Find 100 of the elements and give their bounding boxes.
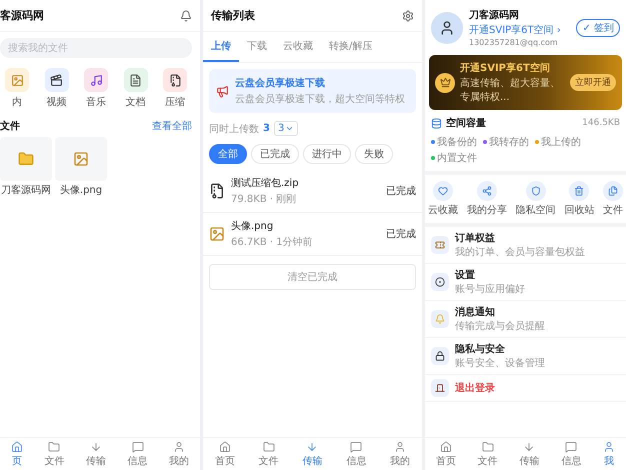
filter-chip[interactable]: 失败 [355,144,393,164]
legend-label: 我转存的 [489,136,529,149]
concurrency-value: 3 [263,123,270,134]
home-icon [440,441,452,453]
tab-bar-item[interactable]: 文件 [478,441,498,468]
tab[interactable]: 上传 [203,32,239,62]
tab-bar-item[interactable]: 文件 [258,441,279,468]
file-thumbnail[interactable] [55,137,107,181]
legend-label: 我备份的 [437,136,477,149]
home-icon [218,441,231,453]
menu-title: 订单权益 [455,232,496,245]
tab-bar-item[interactable]: 我的 [390,441,410,468]
vip-title: 开通SVIP享6T空间 [460,61,551,75]
filter-chip[interactable]: 全部 [209,144,247,164]
legend-label: 我上传的 [541,136,581,149]
storage-title: 空间容量 [446,116,486,130]
vip-button[interactable]: 立即开通 [570,74,616,91]
shield-icon [530,186,540,196]
storage-used: 146.5KB [582,118,620,128]
tab-bar-item[interactable]: 我的 [169,441,190,468]
file-thumbnail[interactable] [0,137,52,181]
vip-subtitle: 高速传输、超大容量、专属特权... [460,76,561,104]
tab-bar-item[interactable]: 信息 [128,441,148,468]
menu-title: 隐私与安全 [455,342,506,356]
tab-bar-item[interactable]: 我 [603,441,616,468]
category-tile[interactable] [163,68,187,92]
shortcut-button[interactable]: 我的分享 [466,181,507,217]
menu-subtitle: 传输完成与会员提醒 [455,320,545,333]
user-icon [439,20,455,36]
ticket-icon [435,240,445,250]
category-tile[interactable] [124,68,148,92]
tab-bar-item[interactable]: 信息 [346,441,366,468]
filter-chip[interactable]: 进行中 [303,144,351,164]
category-label: 视频 [46,96,66,109]
door-icon [435,383,445,393]
category-tile[interactable] [44,68,68,92]
shortcut-button[interactable]: 云收藏 [428,181,458,217]
check-in-button[interactable]: ✓ 签到 [576,18,620,36]
transfer-status: 已完成 [386,228,416,241]
category-tile[interactable] [5,68,29,92]
user-icon [603,441,616,453]
tab-bar-item[interactable]: 传输 [86,441,106,468]
chevron-icon [285,124,294,133]
heart-icon [438,186,448,196]
clear-completed-button[interactable]: 清空已完成 [209,264,416,290]
document-icon [129,74,142,86]
image-icon [209,226,225,242]
menu-title: 设置 [455,268,476,282]
video-icon [50,74,63,86]
tab[interactable]: 下载 [239,32,275,62]
bell-icon [435,314,445,324]
menu-title: 退出登录 [455,382,495,395]
music-icon [90,74,102,86]
user-email: 1302357281@qq.com [469,38,559,47]
message-icon [350,441,362,453]
file-name: 刀客源码网 [1,184,51,197]
files-icon [608,186,618,196]
category-label: 内 [12,96,22,109]
view-all-link[interactable]: 查看全部 [152,119,192,133]
crown-icon [440,77,450,88]
file-name: 头像.png [60,184,102,197]
category-tile[interactable] [84,68,108,92]
tab-bar-item[interactable]: 传输 [519,441,540,468]
tab-bar-item[interactable]: 传输 [302,441,322,468]
lock-icon [435,351,445,361]
concurrency-select[interactable]: 3 [274,121,298,136]
tab-bar-item[interactable]: 页 [10,441,23,468]
user-icon [394,441,406,453]
category-label: 音乐 [86,96,106,109]
tab-bar-item[interactable]: 信息 [561,441,582,468]
menu-title: 消息通知 [455,306,496,319]
tab[interactable]: 转换/解压 [321,32,380,62]
user-icon [173,441,186,453]
trash-icon [574,186,584,196]
tab-bar-item[interactable]: 首页 [214,441,235,468]
shortcut-button[interactable]: 回收站 [564,181,594,217]
legend-label: 内置文件 [437,152,477,165]
tab[interactable]: 云收藏 [275,32,321,62]
search-field[interactable]: 搜索我的文件 [0,38,192,58]
user-name: 刀客源码网 [469,8,520,22]
shortcut-button[interactable]: 隐私空间 [516,181,556,217]
home-icon [10,441,23,453]
transfer-file-meta: 79.8KB · 刚刚 [231,193,298,206]
folder-icon [18,151,34,167]
folder-icon [262,441,275,453]
image-icon [73,151,89,167]
archive-icon [209,183,225,199]
filter-chip[interactable]: 已完成 [251,144,299,164]
vip-link[interactable]: 开通SVIP享6T空间 › [469,23,570,37]
bell-icon[interactable] [180,10,192,22]
tab-bar-item[interactable]: 首页 [436,441,456,468]
section-title: 文件 [0,120,20,133]
banner-title: 云盘会员享极速下载 [235,76,326,90]
transfer-file-name: 头像.png [231,220,274,233]
concurrency-label: 同时上传数 [209,122,259,136]
storage-icon [431,118,442,128]
image-icon [10,74,24,86]
banner-subtitle: 云盘会员享极速下载，超大空间等特权 [235,92,405,106]
screen-title: 传输列表 [211,8,255,23]
tab-bar-item[interactable]: 文件 [44,441,64,468]
